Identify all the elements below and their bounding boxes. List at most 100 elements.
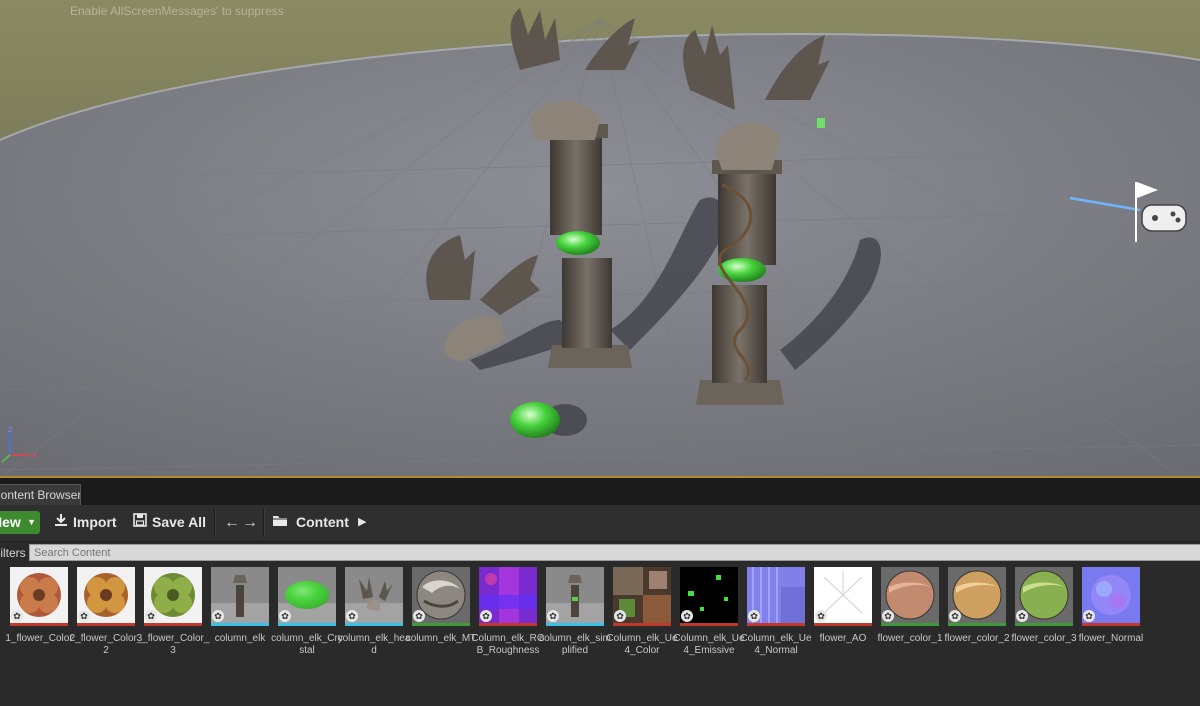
- breadcrumb-content[interactable]: Content: [272, 511, 349, 534]
- asset-tile[interactable]: ✿ Column_elk_Ue4_Emissive: [673, 567, 745, 677]
- filter-row: Filters▼: [0, 542, 1200, 564]
- import-label: Import: [73, 514, 117, 530]
- star-icon: ✿: [346, 610, 358, 622]
- asset-type-bar: [144, 623, 202, 626]
- asset-type-bar: [211, 623, 269, 626]
- asset-tile[interactable]: ✿ flower_color_2: [944, 567, 1010, 677]
- asset-label: flower_color_1: [877, 633, 943, 644]
- asset-tile[interactable]: ✿ column_elk: [209, 567, 271, 677]
- search-input[interactable]: [29, 544, 1200, 561]
- folder-icon: [272, 511, 290, 534]
- asset-type-bar: [1015, 623, 1073, 626]
- asset-tile[interactable]: ✿ 3_flower_Color_3: [137, 567, 209, 677]
- star-icon: ✿: [681, 610, 693, 622]
- toolbar-divider: [263, 509, 265, 537]
- asset-tile[interactable]: ✿ 2_flower_Color_2: [70, 567, 142, 677]
- chevron-down-icon: ▼: [27, 517, 36, 527]
- asset-tile[interactable]: ✿ column_elk_simplified: [539, 567, 611, 677]
- asset-tile[interactable]: ✿ flower_Normal: [1079, 567, 1143, 677]
- add-new-button[interactable]: New ▼: [0, 511, 40, 534]
- forward-arrow-icon[interactable]: →: [242, 511, 258, 534]
- asset-label: column_elk_head: [337, 633, 411, 656]
- level-viewport[interactable]: z x Enable AllScreenMessages' to suppres…: [0, 0, 1200, 478]
- asset-label: Column_elk_RGB_Roughness: [471, 633, 545, 656]
- star-icon: ✿: [1083, 610, 1095, 622]
- star-icon: ✿: [882, 610, 894, 622]
- asset-label: column_elk_MT: [405, 633, 477, 644]
- asset-label: Column_elk_Ue4_Emissive: [673, 633, 745, 656]
- asset-type-bar: [1082, 623, 1140, 626]
- asset-type-bar: [278, 623, 336, 626]
- star-icon: ✿: [279, 610, 291, 622]
- asset-tile[interactable]: ✿ flower_AO: [812, 567, 874, 677]
- import-icon: [53, 511, 69, 534]
- asset-tile[interactable]: ✿ Column_elk_RGB_Roughness: [471, 567, 545, 677]
- asset-tile[interactable]: ✿ Column_elk_Ue4_Normal: [740, 567, 812, 677]
- asset-tile[interactable]: ✿ column_elk_head: [338, 567, 410, 677]
- filters-label: Filters: [0, 546, 26, 560]
- content-browser: Content Browser New ▼ Import Save All ← …: [0, 479, 1200, 706]
- asset-type-bar: [412, 623, 470, 626]
- asset-label: 3_flower_Color_3: [136, 633, 210, 656]
- asset-type-bar: [77, 623, 135, 626]
- save-all-label: Save All: [152, 514, 206, 530]
- asset-label: flower_color_2: [944, 633, 1010, 644]
- asset-type-bar: [479, 623, 537, 626]
- asset-tile[interactable]: ✿ column_elk_MT: [406, 567, 476, 677]
- asset-tile[interactable]: ✿ column_elk_Crystal: [271, 567, 343, 677]
- tab-bar: Content Browser: [0, 479, 1200, 506]
- content-browser-toolbar: New ▼ Import Save All ← → Content ▶: [0, 505, 1200, 542]
- viewport-border: [0, 476, 1200, 478]
- tab-label: Content Browser: [0, 488, 81, 502]
- asset-type-bar: [948, 623, 1006, 626]
- asset-label: 2_flower_Color_2: [69, 633, 143, 656]
- import-button[interactable]: Import: [53, 511, 117, 534]
- back-arrow-icon[interactable]: ←: [224, 511, 240, 534]
- viewport-scene: z x: [0, 0, 1200, 478]
- asset-label: Column_elk_Ue4_Color: [606, 633, 678, 656]
- star-icon: ✿: [11, 610, 23, 622]
- star-icon: ✿: [815, 610, 827, 622]
- filters-dropdown[interactable]: Filters▼: [0, 545, 26, 561]
- asset-label: column_elk_Crystal: [271, 633, 343, 656]
- asset-type-bar: [613, 623, 671, 626]
- crystal-prop: [510, 402, 560, 438]
- star-icon: ✿: [614, 610, 626, 622]
- star-icon: ✿: [547, 610, 559, 622]
- star-icon: ✿: [748, 610, 760, 622]
- breadcrumb-label: Content: [296, 514, 349, 530]
- save-icon: [132, 511, 148, 534]
- toolbar-divider: [214, 509, 216, 537]
- chevron-right-icon[interactable]: ▶: [358, 511, 366, 534]
- asset-grid: ✿ 1_flower_Color ✿ 2_flower_Color_2 ✿ 3_…: [0, 567, 1200, 706]
- asset-type-bar: [680, 623, 738, 626]
- asset-tile[interactable]: ✿ flower_color_3: [1011, 567, 1077, 677]
- asset-label: column_elk: [214, 633, 266, 644]
- tab-content-browser[interactable]: Content Browser: [0, 484, 81, 506]
- svg-text:x: x: [32, 451, 38, 461]
- asset-label: flower_color_3: [1011, 633, 1077, 644]
- asset-type-bar: [814, 623, 872, 626]
- svg-text:z: z: [8, 425, 13, 435]
- asset-label: flower_Normal: [1078, 633, 1144, 644]
- asset-type-bar: [747, 623, 805, 626]
- save-all-button[interactable]: Save All: [132, 511, 206, 534]
- asset-label: column_elk_simplified: [539, 633, 611, 656]
- asset-type-bar: [546, 623, 604, 626]
- asset-tile[interactable]: ✿ 1_flower_Color: [5, 567, 73, 677]
- asset-label: 1_flower_Color: [5, 633, 73, 644]
- asset-label: flower_AO: [819, 633, 867, 644]
- asset-type-bar: [881, 623, 939, 626]
- asset-type-bar: [10, 623, 68, 626]
- star-icon: ✿: [480, 610, 492, 622]
- star-icon: ✿: [212, 610, 224, 622]
- asset-tile[interactable]: ✿ Column_elk_Ue4_Color: [606, 567, 678, 677]
- star-icon: ✿: [78, 610, 90, 622]
- asset-label: Column_elk_Ue4_Normal: [740, 633, 812, 656]
- add-new-label: New: [0, 514, 21, 530]
- star-icon: ✿: [1016, 610, 1028, 622]
- viewport-message: Enable AllScreenMessages' to suppress: [70, 4, 284, 18]
- asset-tile[interactable]: ✿ flower_color_1: [877, 567, 943, 677]
- star-icon: ✿: [413, 610, 425, 622]
- star-icon: ✿: [949, 610, 961, 622]
